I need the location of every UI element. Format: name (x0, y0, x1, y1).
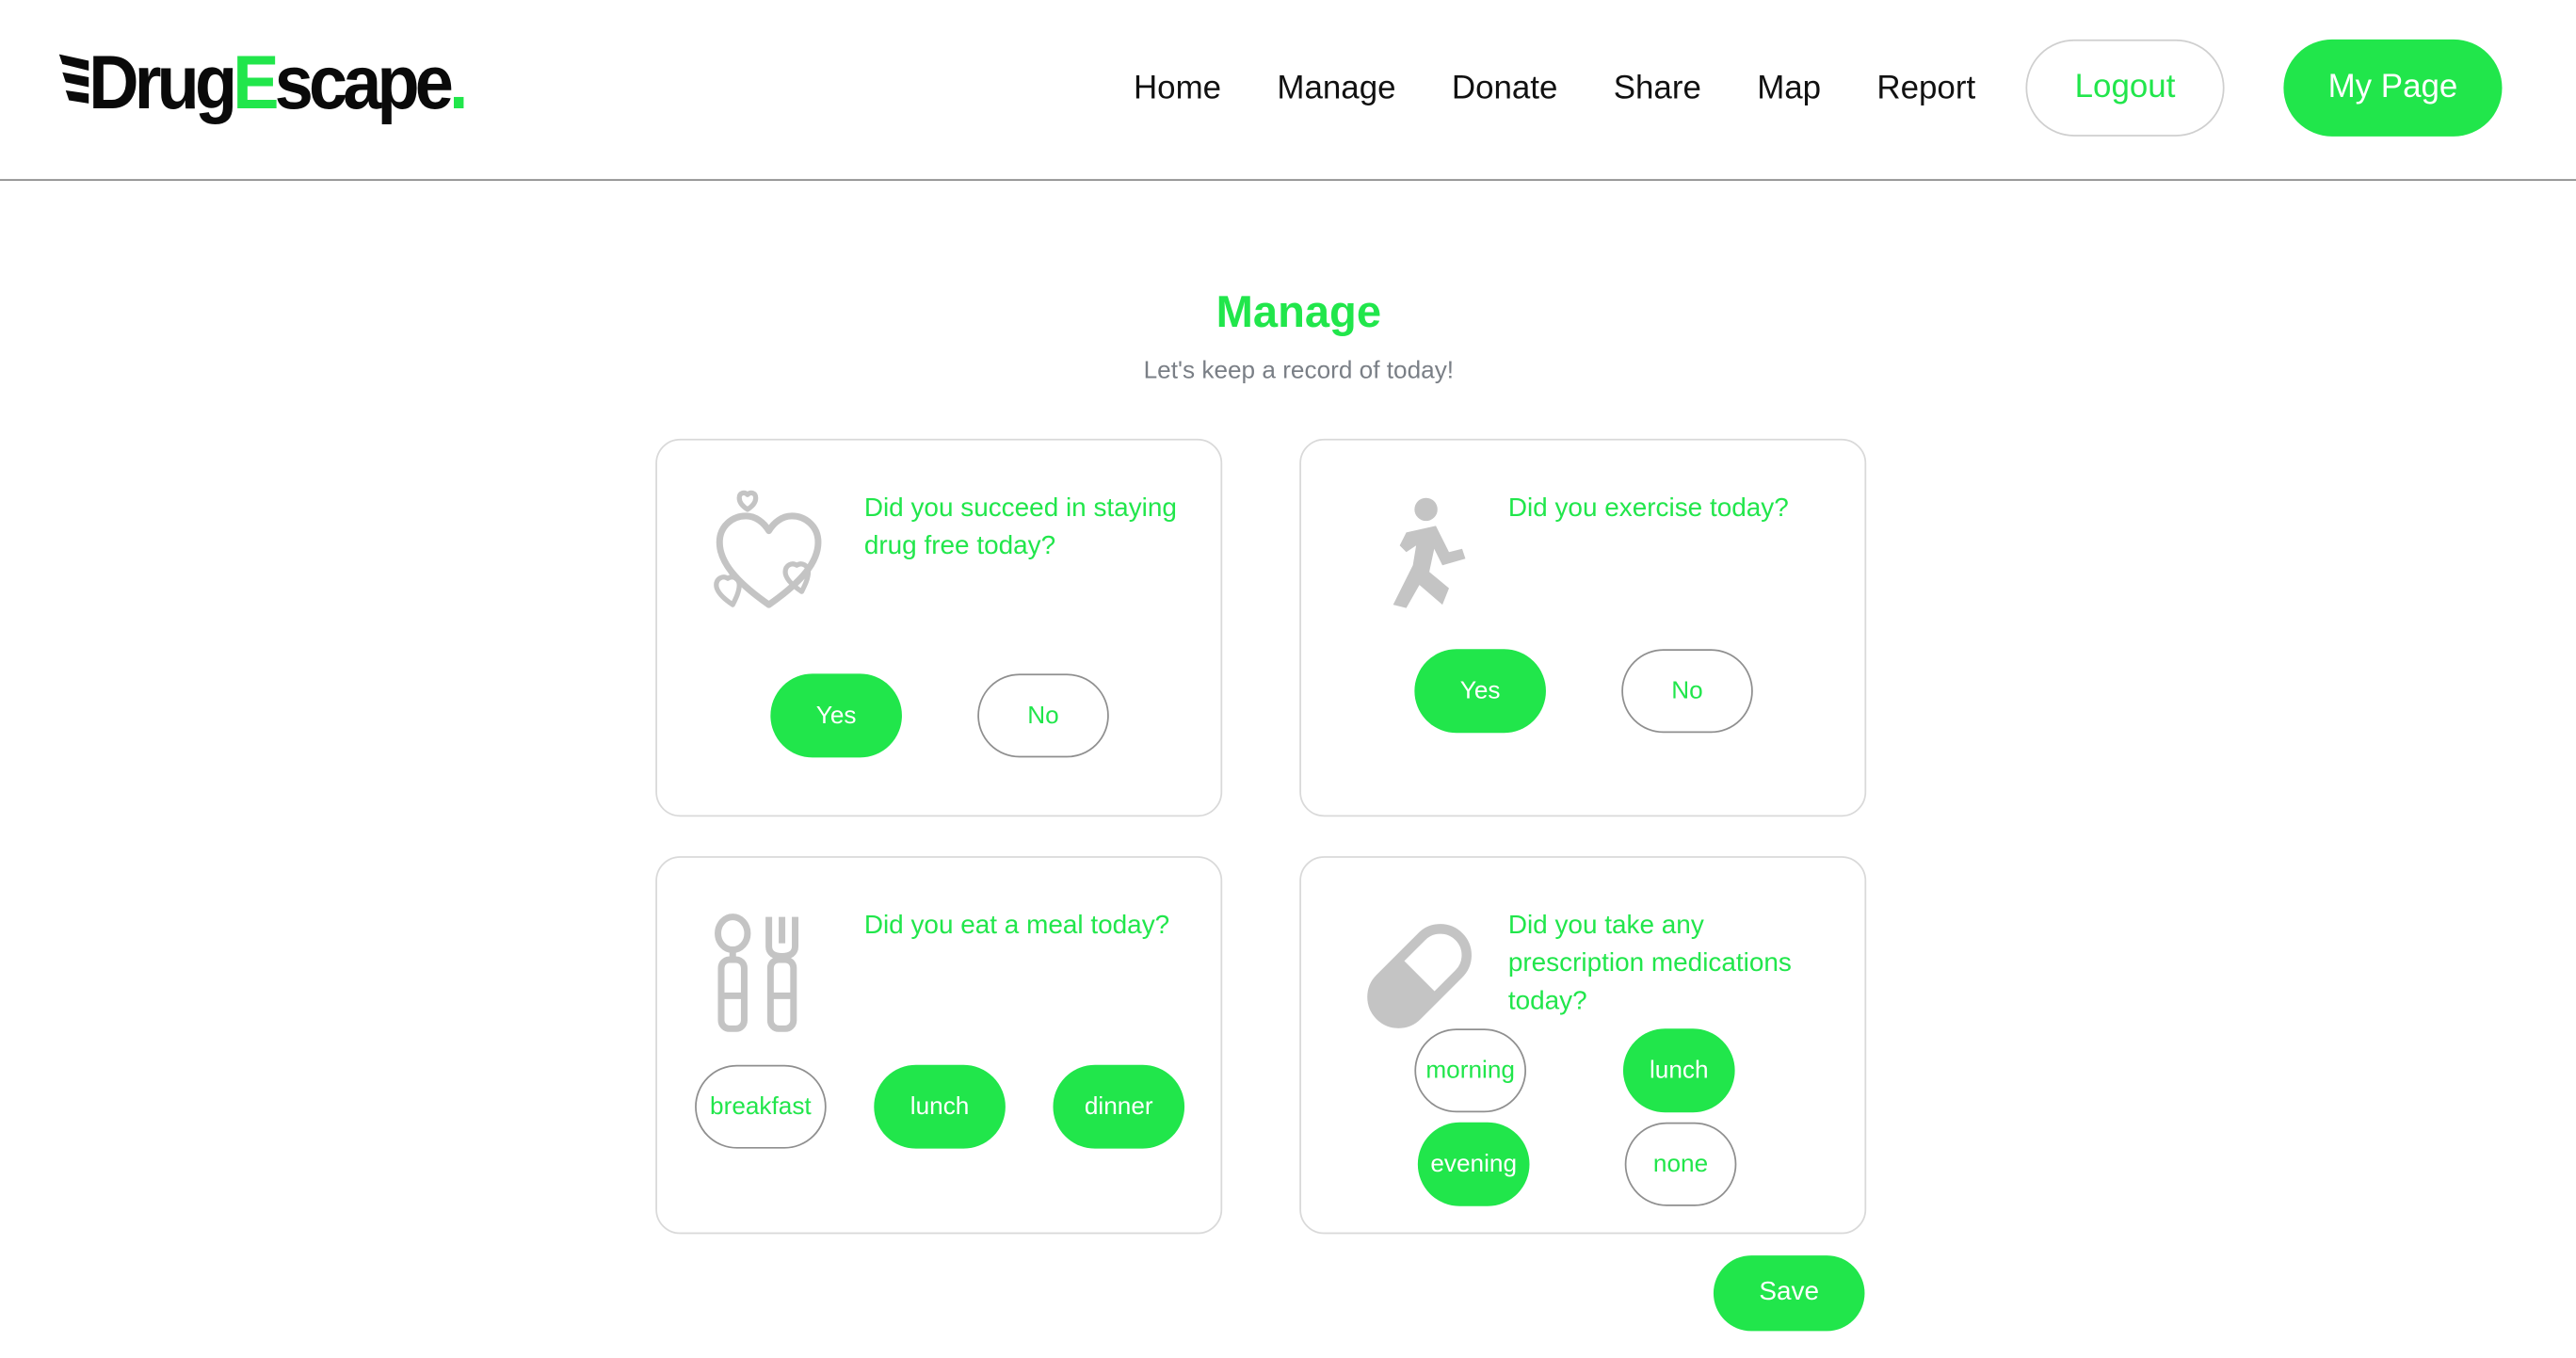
logo-wordmark: DrugEscape. (89, 44, 468, 120)
exercise-yes-button[interactable]: Yes (1414, 649, 1546, 734)
pill-capsule-icon (1367, 924, 1472, 1028)
medication-evening-button[interactable]: evening (1417, 1122, 1530, 1206)
logo-text-drug: Drug (89, 39, 237, 125)
medication-card: Did you take any prescription medication… (1299, 856, 1867, 1235)
logo-text-e: E (233, 39, 279, 125)
medication-morning-button[interactable]: morning (1414, 1028, 1527, 1113)
exercise-no-button[interactable]: No (1621, 649, 1753, 734)
logo-dot: . (449, 39, 468, 125)
drug-free-no-button[interactable]: No (977, 673, 1109, 758)
meal-lunch-button[interactable]: lunch (874, 1064, 1006, 1149)
meal-question: Did you eat a meal today? (863, 912, 1170, 941)
drug-free-question: Did you succeed in staying drug free tod… (863, 494, 1177, 561)
medication-question: Did you take any prescription medication… (1507, 912, 1792, 1016)
drug-free-card: Did you succeed in staying drug free tod… (655, 438, 1223, 817)
nav-map[interactable]: Map (1757, 70, 1821, 107)
medication-none-button[interactable]: none (1624, 1122, 1737, 1206)
exercise-card: Did you exercise today? Yes No (1299, 438, 1867, 817)
meal-dinner-button[interactable]: dinner (1053, 1064, 1185, 1149)
running-person-icon (1393, 497, 1466, 608)
nav-home[interactable]: Home (1134, 70, 1221, 107)
meal-card: Did you eat a meal today? breakfast lunc… (655, 856, 1223, 1235)
nav-report[interactable]: Report (1876, 70, 1975, 107)
hearts-icon (714, 490, 822, 608)
meal-breakfast-button[interactable]: breakfast (695, 1064, 827, 1149)
brand-logo[interactable]: DrugEscape. (58, 23, 497, 141)
exercise-question: Did you exercise today? (1507, 494, 1789, 523)
spoon-fork-icon (715, 913, 799, 1032)
medication-lunch-button[interactable]: lunch (1622, 1028, 1735, 1113)
drug-free-yes-button[interactable]: Yes (770, 673, 902, 758)
wings-icon (58, 54, 89, 104)
top-header: DrugEscape. Home Manage Donate Share Map… (0, 0, 2576, 181)
page-subtitle: Let's keep a record of today! (1143, 356, 1455, 385)
page-title: Manage (1216, 287, 1382, 337)
nav-manage[interactable]: Manage (1277, 70, 1395, 107)
logout-button[interactable]: Logout (2025, 39, 2225, 137)
nav-share[interactable]: Share (1614, 70, 1701, 107)
my-page-button[interactable]: My Page (2283, 39, 2503, 137)
logo-text-scape: scape (274, 39, 454, 125)
save-button[interactable]: Save (1713, 1255, 1865, 1332)
main-nav: Home Manage Donate Share Map Report (1134, 40, 1975, 138)
page-root: DrugEscape. Home Manage Donate Share Map… (0, 0, 2576, 1357)
nav-donate[interactable]: Donate (1452, 70, 1558, 107)
